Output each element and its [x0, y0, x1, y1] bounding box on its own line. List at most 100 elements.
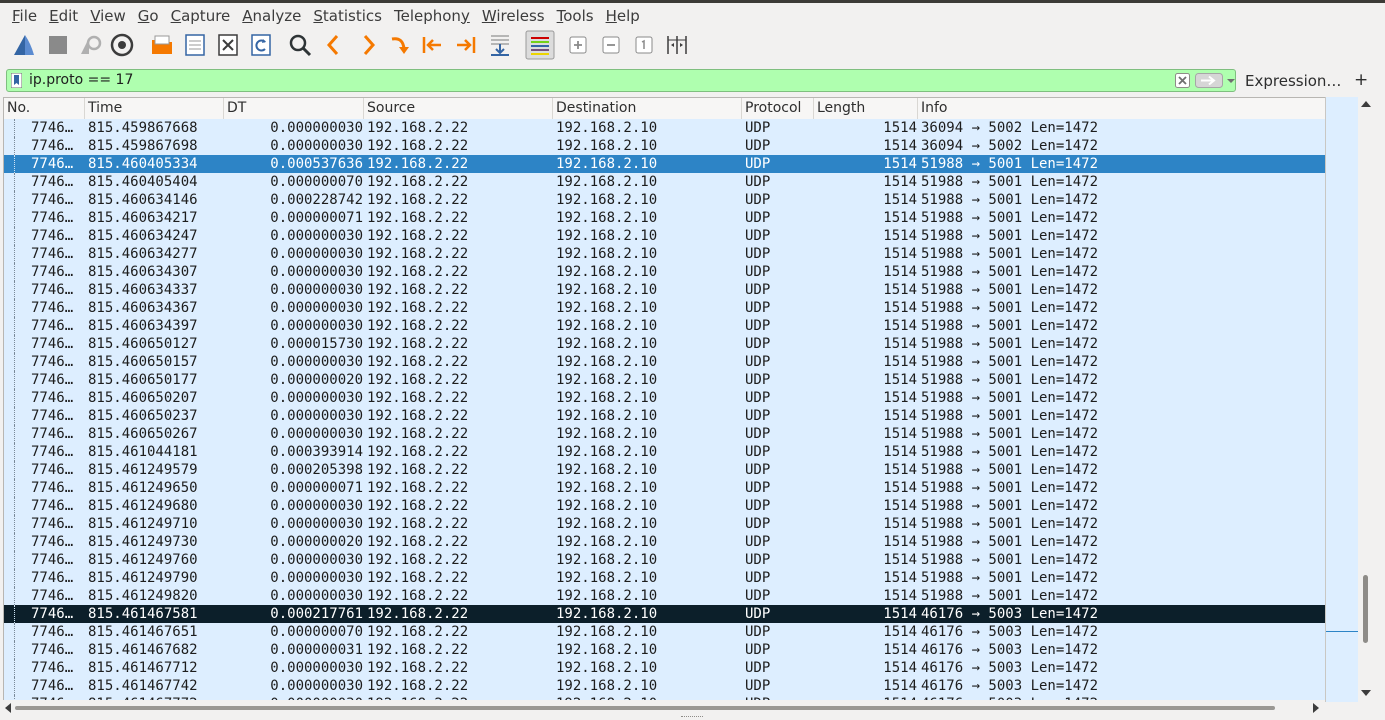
packet-dt: 0.000000030 — [270, 660, 363, 676]
packet-row[interactable]: 7746… 815.461249710 0.000000030 192.168.2.2… — [4, 515, 1326, 533]
packet-row[interactable]: 7746… 815.461249790 0.000000030 192.168.2.2… — [4, 569, 1326, 587]
autoscroll-icon[interactable] — [486, 30, 514, 60]
packet-row[interactable]: 7746… 815.460634247 0.000000030 192.168.2.2… — [4, 227, 1326, 245]
packet-row[interactable]: 7746… 815.460650267 0.000000030 192.168.2.2… — [4, 425, 1326, 443]
restart-capture-icon[interactable] — [76, 30, 104, 60]
packet-time: 815.460634397 — [88, 318, 198, 334]
packet-row[interactable]: 7746… 815.460634277 0.000000030 192.168.2.2… — [4, 245, 1326, 263]
scroll-right-arrow-icon[interactable] — [1313, 703, 1319, 713]
open-file-icon[interactable] — [148, 30, 176, 60]
shark-fin-start-icon[interactable] — [10, 30, 38, 60]
horizontal-scrollbar[interactable] — [3, 700, 1325, 715]
packet-row[interactable]: 7746… 815.459867698 0.000000030 192.168.2.2… — [4, 137, 1326, 155]
menu-edit[interactable]: Edit — [43, 4, 84, 28]
column-header-source[interactable]: Source — [364, 98, 553, 119]
packet-row[interactable]: 7746… 815.461249730 0.000000020 192.168.2.2… — [4, 533, 1326, 551]
packet-dt: 0.000205398 — [270, 462, 363, 478]
packet-row[interactable]: 7746… 815.461249579 0.000205398 192.168.2.2… — [4, 461, 1326, 479]
packet-row[interactable]: 7746… 815.460634337 0.000000030 192.168.2.2… — [4, 281, 1326, 299]
packet-row[interactable]: 7746… 815.461467651 0.000000070 192.168.2.2… — [4, 623, 1326, 641]
column-header-info[interactable]: Info — [918, 98, 1326, 119]
first-packet-icon[interactable] — [418, 30, 446, 60]
packet-row[interactable]: 7746… 815.461467742 0.000000030 192.168.2.2… — [4, 677, 1326, 695]
menu-tools[interactable]: Tools — [551, 4, 600, 28]
packet-protocol: UDP — [745, 570, 771, 586]
column-header-no[interactable]: No. — [4, 98, 85, 119]
packet-row[interactable]: 7746… 815.461249820 0.000000030 192.168.2.2… — [4, 587, 1326, 605]
packet-row[interactable]: 7746… 815.460634307 0.000000030 192.168.2.2… — [4, 263, 1326, 281]
find-packet-icon[interactable] — [286, 30, 314, 60]
close-file-icon[interactable] — [214, 30, 242, 60]
menu-help[interactable]: Help — [600, 4, 646, 28]
display-filter-bar[interactable]: ip.proto == 17 — [6, 69, 1236, 92]
menu-view[interactable]: View — [84, 4, 132, 28]
last-packet-icon[interactable] — [452, 30, 480, 60]
filter-bookmark-icon[interactable] — [11, 73, 22, 88]
packet-row[interactable]: 7746… 815.461249760 0.000000030 192.168.2.2… — [4, 551, 1326, 569]
resize-columns-icon[interactable] — [663, 30, 691, 60]
packet-row[interactable]: 7746… 815.460634397 0.000000030 192.168.2.2… — [4, 317, 1326, 335]
pane-resize-grip[interactable] — [681, 716, 703, 719]
go-back-icon[interactable] — [320, 30, 348, 60]
packet-row[interactable]: 7746… 815.461044181 0.000393914 192.168.2.2… — [4, 443, 1326, 461]
packet-row[interactable]: 7746… 815.461249680 0.000000030 192.168.2.2… — [4, 497, 1326, 515]
menu-statistics[interactable]: Statistics — [307, 4, 388, 28]
menu-file[interactable]: File — [6, 4, 43, 28]
save-file-icon[interactable] — [181, 30, 209, 60]
clear-filter-icon[interactable] — [1175, 73, 1190, 88]
display-filter-input[interactable]: ip.proto == 17 — [29, 72, 133, 88]
apply-filter-arrow-icon[interactable] — [1195, 73, 1223, 88]
capture-options-icon[interactable] — [108, 30, 136, 60]
scroll-down-arrow-icon[interactable] — [1361, 690, 1371, 696]
menu-mnemonic: G — [137, 6, 150, 25]
packet-info: 46176 → 5003 Len=1472 — [921, 624, 1099, 640]
packet-protocol: UDP — [745, 498, 771, 514]
packet-row[interactable]: 7746… 815.461467682 0.000000031 192.168.2.2… — [4, 641, 1326, 659]
go-forward-icon[interactable] — [354, 30, 382, 60]
column-header-destination[interactable]: Destination — [553, 98, 742, 119]
column-header-protocol[interactable]: Protocol — [742, 98, 814, 119]
zoom-in-icon[interactable] — [564, 30, 592, 60]
scroll-left-arrow-icon[interactable] — [5, 703, 11, 713]
packet-dt: 0.000000030 — [270, 282, 363, 298]
packet-row[interactable]: 7746… 815.459867668 0.000000030 192.168.2.2… — [4, 119, 1326, 137]
stop-capture-icon[interactable] — [44, 30, 72, 60]
vertical-scrollbar[interactable] — [1358, 97, 1373, 702]
normal-size-icon[interactable] — [630, 30, 658, 60]
packet-row[interactable]: 7746… 815.460634217 0.000000071 192.168.2.2… — [4, 209, 1326, 227]
packet-row[interactable]: 7746… 815.461249650 0.000000071 192.168.2.2… — [4, 479, 1326, 497]
column-header-time[interactable]: Time — [85, 98, 224, 119]
packet-row[interactable]: 7746… 815.460650237 0.000000030 192.168.2.2… — [4, 407, 1326, 425]
packet-time: 815.459867698 — [88, 138, 198, 154]
expression-button[interactable]: Expression… — [1245, 72, 1341, 90]
zoom-out-icon[interactable] — [597, 30, 625, 60]
packet-row[interactable]: 7746… 815.460650207 0.000000030 192.168.2.2… — [4, 389, 1326, 407]
reload-file-icon[interactable] — [247, 30, 275, 60]
menu-wireless[interactable]: Wireless — [476, 4, 551, 28]
packet-row[interactable]: 7746… 815.461467581 0.000217761 192.168.2.2… — [4, 605, 1326, 623]
menu-capture[interactable]: Capture — [165, 4, 237, 28]
column-header-length[interactable]: Length — [814, 98, 918, 119]
colorize-icon[interactable] — [524, 28, 556, 62]
filter-history-dropdown-icon[interactable] — [1226, 76, 1236, 86]
packet-row[interactable]: 7746… 815.461467712 0.000000030 192.168.2.2… — [4, 659, 1326, 677]
menu-analyze[interactable]: Analyze — [236, 4, 307, 28]
menu-go[interactable]: Go — [132, 4, 165, 28]
column-header-dt[interactable]: DT — [224, 98, 364, 119]
packet-row[interactable]: 7746… 815.460405404 0.000000070 192.168.2.2… — [4, 173, 1326, 191]
vertical-scroll-thumb[interactable] — [1363, 575, 1368, 643]
packet-row[interactable]: 7746… 815.460650127 0.000015730 192.168.2.2… — [4, 335, 1326, 353]
packet-row[interactable]: 7746… 815.460405334 0.000537636 192.168.2.2… — [4, 155, 1326, 173]
packet-list[interactable]: No. Time DT Source Destination Protocol Length… — [3, 97, 1373, 702]
horizontal-scroll-thumb[interactable] — [15, 706, 1275, 710]
menu-telephony[interactable]: Telephony — [388, 4, 476, 28]
go-to-packet-icon[interactable] — [386, 30, 414, 60]
packet-length: 1514 — [883, 480, 917, 496]
scroll-up-arrow-icon[interactable] — [1361, 101, 1371, 107]
packet-minimap[interactable] — [1325, 97, 1358, 702]
add-filter-button[interactable]: + — [1354, 70, 1368, 90]
packet-row[interactable]: 7746… 815.460650177 0.000000020 192.168.2.2… — [4, 371, 1326, 389]
packet-row[interactable]: 7746… 815.460634367 0.000000030 192.168.2.2… — [4, 299, 1326, 317]
packet-row[interactable]: 7746… 815.460650157 0.000000030 192.168.2.2… — [4, 353, 1326, 371]
packet-row[interactable]: 7746… 815.460634146 0.000228742 192.168.2.2… — [4, 191, 1326, 209]
